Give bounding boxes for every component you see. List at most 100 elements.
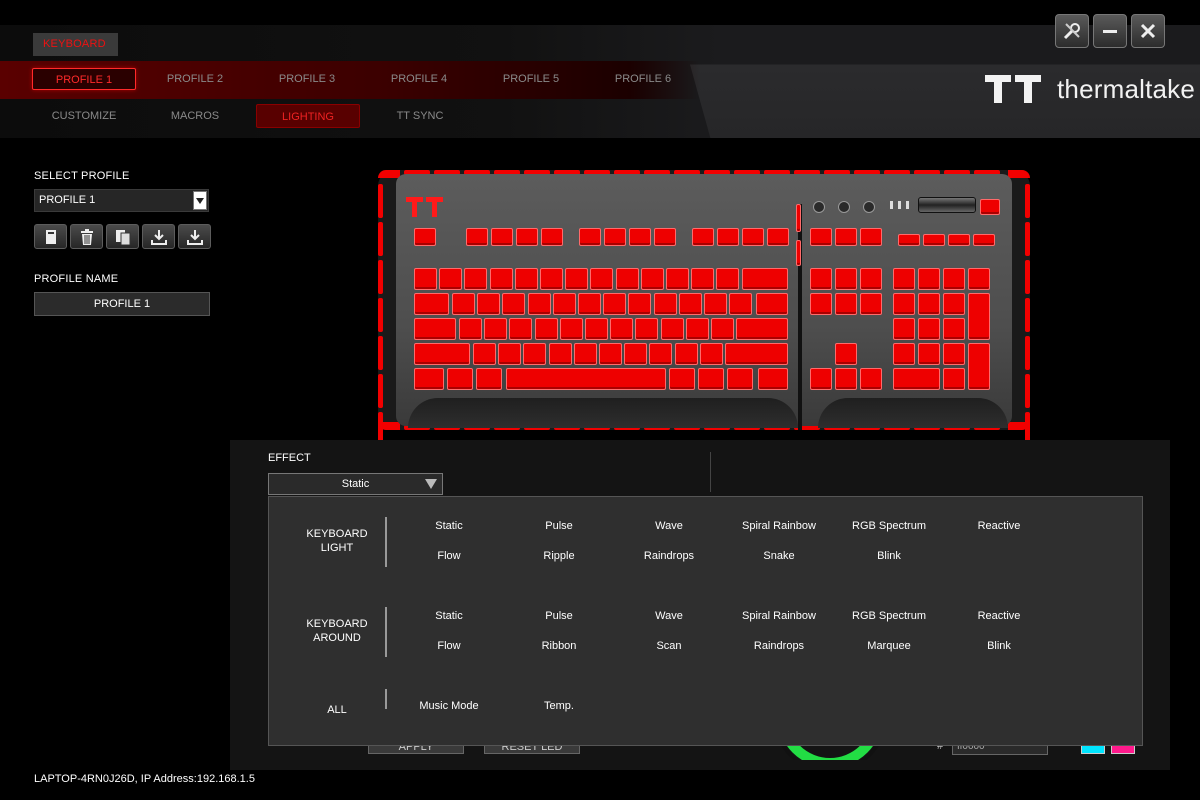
keyboard-key[interactable] bbox=[414, 268, 437, 290]
effect-option[interactable]: Wave bbox=[614, 520, 724, 532]
keyboard-key[interactable] bbox=[509, 318, 533, 340]
keyboard-key[interactable] bbox=[523, 343, 547, 365]
keyboard-key[interactable] bbox=[918, 318, 940, 340]
effect-select[interactable]: Static bbox=[268, 473, 443, 495]
keyboard-key[interactable] bbox=[943, 343, 965, 365]
keyboard-key[interactable] bbox=[835, 293, 857, 315]
keyboard-key[interactable] bbox=[541, 228, 563, 246]
tab-customize[interactable]: CUSTOMIZE bbox=[32, 104, 136, 128]
keyboard-key[interactable] bbox=[552, 293, 576, 315]
keyboard-key[interactable] bbox=[711, 318, 734, 340]
effect-option[interactable]: Blink bbox=[834, 550, 944, 562]
keyboard-key[interactable] bbox=[893, 318, 915, 340]
profile-select[interactable]: PROFILE 1 bbox=[34, 189, 209, 212]
tab-lighting[interactable]: LIGHTING bbox=[256, 104, 360, 128]
media-button[interactable] bbox=[838, 201, 850, 213]
keyboard-key[interactable] bbox=[898, 234, 920, 246]
tab-macros[interactable]: MACROS bbox=[143, 104, 247, 128]
keyboard-key[interactable] bbox=[727, 368, 753, 390]
keyboard-key[interactable] bbox=[477, 293, 501, 315]
keyboard-key[interactable] bbox=[604, 228, 626, 246]
keyboard-key[interactable] bbox=[610, 318, 634, 340]
effect-option[interactable]: Static bbox=[394, 610, 504, 622]
keyboard-key[interactable] bbox=[685, 318, 709, 340]
keyboard-key[interactable] bbox=[698, 368, 724, 390]
keyboard-key[interactable] bbox=[810, 368, 832, 390]
keyboard-key[interactable] bbox=[918, 268, 940, 290]
keyboard-key[interactable] bbox=[506, 368, 666, 390]
keyboard-key[interactable] bbox=[835, 228, 857, 246]
keyboard-key[interactable] bbox=[968, 268, 990, 290]
keyboard-key[interactable] bbox=[666, 268, 689, 290]
keyboard-key[interactable] bbox=[893, 343, 915, 365]
copy-profile-button[interactable] bbox=[106, 224, 139, 249]
new-profile-button[interactable] bbox=[34, 224, 67, 249]
color-wheel[interactable] bbox=[770, 745, 890, 760]
keyboard-key[interactable] bbox=[653, 293, 677, 315]
effect-option[interactable]: Flow bbox=[394, 640, 504, 652]
effect-option[interactable]: Spiral Rainbow bbox=[724, 520, 834, 532]
keyboard-key[interactable] bbox=[640, 268, 664, 290]
minimize-button[interactable] bbox=[1093, 14, 1127, 48]
keyboard-key[interactable] bbox=[548, 343, 572, 365]
keyboard-key[interactable] bbox=[466, 228, 488, 246]
keyboard-key[interactable] bbox=[579, 228, 601, 246]
effect-option[interactable]: Pulse bbox=[504, 520, 614, 532]
keyboard-key[interactable] bbox=[414, 293, 449, 315]
keyboard-key[interactable] bbox=[502, 293, 526, 315]
keyboard-key[interactable] bbox=[729, 293, 753, 315]
keyboard-key[interactable] bbox=[948, 234, 970, 246]
keyboard-key[interactable] bbox=[514, 268, 538, 290]
keyboard-key[interactable] bbox=[498, 343, 522, 365]
keyboard-key[interactable] bbox=[860, 228, 882, 246]
keyboard-key[interactable] bbox=[516, 228, 538, 246]
keyboard-key[interactable] bbox=[736, 318, 788, 340]
keyboard-key[interactable] bbox=[489, 268, 513, 290]
keyboard-key[interactable] bbox=[452, 293, 475, 315]
keyboard-key[interactable] bbox=[835, 343, 857, 365]
keyboard-key[interactable] bbox=[565, 268, 589, 290]
effect-option[interactable]: RGB Spectrum bbox=[834, 520, 944, 532]
keyboard-key[interactable] bbox=[573, 343, 597, 365]
effect-option[interactable]: Temp. bbox=[504, 700, 614, 712]
effect-option[interactable]: Reactive bbox=[944, 520, 1054, 532]
effect-option[interactable]: RGB Spectrum bbox=[834, 610, 944, 622]
keyboard-key[interactable] bbox=[860, 268, 882, 290]
keyboard-key[interactable] bbox=[660, 318, 684, 340]
keyboard-key[interactable] bbox=[484, 318, 508, 340]
export-profile-button[interactable] bbox=[178, 224, 211, 249]
close-button[interactable] bbox=[1131, 14, 1165, 48]
keyboard-key[interactable] bbox=[629, 228, 651, 246]
effect-option[interactable]: Ribbon bbox=[504, 640, 614, 652]
keyboard-key[interactable] bbox=[669, 368, 695, 390]
media-button[interactable] bbox=[813, 201, 825, 213]
keyboard-key[interactable] bbox=[414, 318, 456, 340]
tab-profile-4[interactable]: PROFILE 4 bbox=[367, 68, 471, 90]
keyboard-key[interactable] bbox=[860, 293, 882, 315]
keyboard-key[interactable] bbox=[758, 368, 788, 390]
keyboard-key[interactable] bbox=[717, 228, 739, 246]
effect-option[interactable]: Music Mode bbox=[394, 700, 504, 712]
dropdown-arrow[interactable] bbox=[193, 191, 207, 210]
tab-profile-6[interactable]: PROFILE 6 bbox=[591, 68, 695, 90]
keyboard-key[interactable] bbox=[767, 228, 789, 246]
keyboard-key[interactable] bbox=[585, 318, 608, 340]
keyboard-key[interactable] bbox=[973, 234, 995, 246]
settings-button[interactable] bbox=[1055, 14, 1089, 48]
keyboard-key[interactable] bbox=[615, 268, 639, 290]
effect-option[interactable]: Flow bbox=[394, 550, 504, 562]
keyboard-key[interactable] bbox=[893, 368, 940, 390]
profile-name-input[interactable]: PROFILE 1 bbox=[34, 292, 210, 316]
keyboard-key[interactable] bbox=[674, 343, 698, 365]
keyboard-key[interactable] bbox=[835, 368, 857, 390]
keyboard-key[interactable] bbox=[943, 368, 965, 390]
effect-option[interactable]: Marquee bbox=[834, 640, 944, 652]
keyboard-key[interactable] bbox=[742, 228, 764, 246]
keyboard-key[interactable] bbox=[590, 268, 614, 290]
keyboard-key[interactable] bbox=[980, 199, 1000, 215]
keyboard-key[interactable] bbox=[692, 228, 714, 246]
tab-profile-2[interactable]: PROFILE 2 bbox=[143, 68, 247, 90]
keyboard-key[interactable] bbox=[725, 343, 788, 365]
keyboard-key[interactable] bbox=[414, 343, 470, 365]
keyboard-key[interactable] bbox=[534, 318, 558, 340]
